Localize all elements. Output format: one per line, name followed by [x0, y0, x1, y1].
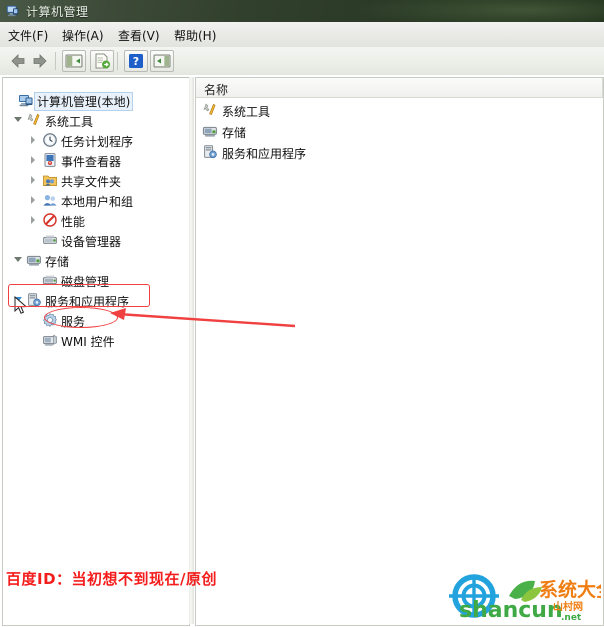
column-divider[interactable] — [602, 78, 603, 97]
device-manager-icon — [43, 235, 57, 244]
menu-item-help[interactable]: 帮助(H) — [174, 27, 216, 44]
list-item-label: 服务和应用程序 — [222, 147, 307, 161]
question-mark-icon[interactable]: ? — [124, 50, 148, 72]
tree-node-label: WMI 控件 — [61, 335, 115, 349]
event-viewer-icon — [44, 153, 56, 167]
list-item-label: 系统工具 — [222, 105, 271, 119]
tree-node-label: 服务和应用程序 — [45, 295, 130, 309]
storage-icon — [202, 126, 217, 137]
menu-item-view[interactable]: 查看(V) — [118, 27, 160, 44]
title-bar-glow — [354, 0, 604, 22]
toolbar: ? — [0, 47, 604, 76]
logo-brand-en: shancun — [459, 598, 563, 623]
chevron-down-icon[interactable] — [14, 117, 22, 122]
chevron-right-icon[interactable] — [31, 136, 35, 144]
pane-splitter[interactable] — [189, 77, 194, 624]
show-hide-tree-button[interactable] — [62, 50, 86, 72]
menu-item-file[interactable]: 文件(F) — [8, 27, 48, 44]
export-document-button[interactable] — [90, 50, 114, 72]
services-gear-icon — [43, 313, 57, 327]
toolbar-separator-2 — [117, 52, 118, 70]
console-tree-pane: 计算机管理(本地) 系统工具 任务计划程序 事件查看器 共享文件夹 本地用户和组… — [2, 77, 190, 626]
services-applications-icon — [204, 145, 217, 159]
tree-node-label: 计算机管理(本地) — [33, 92, 134, 111]
tree-node-label: 存储 — [45, 255, 70, 269]
logo-tld: .net — [561, 613, 582, 623]
performance-icon — [43, 213, 57, 227]
menu-bar: 文件(F) 操作(A) 查看(V) 帮助(H) — [0, 22, 604, 48]
chevron-right-icon[interactable] — [31, 216, 35, 224]
window-title: 计算机管理 — [26, 5, 89, 19]
system-tools-icon — [27, 113, 40, 125]
mouse-cursor — [14, 296, 28, 314]
watermark-text: 百度ID：当初想不到现在/原创 — [6, 570, 218, 588]
tree-node-label: 设备管理器 — [61, 235, 122, 249]
toolbar-separator-1 — [55, 52, 56, 70]
site-logo: 系统大全 shancun 山村网 .net — [443, 574, 604, 624]
content-area: 计算机管理(本地) 系统工具 任务计划程序 事件查看器 共享文件夹 本地用户和组… — [0, 75, 604, 626]
disk-management-icon — [42, 275, 57, 285]
computer-management-icon — [6, 5, 19, 17]
result-pane: 名称 系统工具 存储 服务和应用程序 — [195, 77, 604, 626]
shared-folders-icon — [43, 175, 57, 186]
task-scheduler-clock-icon — [43, 133, 57, 147]
tree-node-label: 任务计划程序 — [61, 135, 134, 149]
local-users-groups-icon — [43, 195, 57, 206]
tree-node-label: 性能 — [61, 215, 86, 229]
system-tools-icon — [203, 103, 216, 115]
wmi-control-icon — [43, 334, 57, 346]
action-pane-icon[interactable] — [150, 50, 174, 72]
storage-icon — [26, 255, 41, 266]
computer-icon — [19, 95, 33, 107]
chevron-right-icon[interactable] — [31, 156, 35, 164]
tree-node-label: 服务 — [61, 315, 86, 329]
tree-node-label: 共享文件夹 — [61, 175, 122, 189]
window-title-bar: 计算机管理 — [0, 0, 604, 22]
arrow-right-icon[interactable] — [30, 51, 50, 71]
svg-text:?: ? — [133, 55, 139, 68]
tree-node-label: 系统工具 — [45, 115, 94, 129]
tree-node-label: 事件查看器 — [61, 155, 122, 169]
chevron-right-icon[interactable] — [31, 176, 35, 184]
menu-item-action[interactable]: 操作(A) — [62, 27, 104, 44]
chevron-right-icon[interactable] — [31, 196, 35, 204]
tree-node-label: 本地用户和组 — [61, 195, 134, 209]
column-header-label: 名称 — [204, 83, 229, 97]
list-item-label: 存储 — [222, 126, 247, 140]
logo-sub-cn: 山村网 — [553, 600, 583, 613]
column-header-name[interactable]: 名称 — [196, 78, 603, 98]
arrow-left-icon[interactable] — [8, 51, 28, 71]
tree-node-label: 磁盘管理 — [61, 275, 110, 289]
chevron-down-icon[interactable] — [14, 257, 22, 262]
